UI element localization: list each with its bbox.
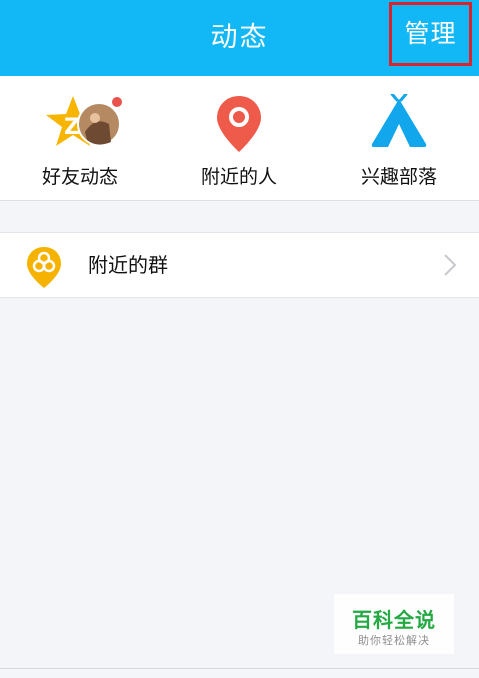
qzone-star-icon: Z	[45, 94, 122, 154]
section-divider	[0, 201, 479, 232]
chevron-right-icon	[443, 253, 457, 277]
watermark-logo: 百科全说 助你轻松解决	[334, 594, 454, 654]
bottom-divider	[0, 668, 479, 669]
friend-feed-label: 好友动态	[41, 166, 118, 188]
group-pin-icon	[24, 245, 64, 289]
interest-tribe-entry[interactable]: 兴趣部落	[319, 76, 479, 201]
watermark-title: 百科全说	[352, 608, 436, 632]
list-item-nearby-groups[interactable]: 附近的群	[0, 232, 479, 298]
tent-icon	[364, 92, 434, 154]
top-bar: 动态 管理	[0, 0, 479, 76]
people-nearby-entry[interactable]: 附近的人	[159, 76, 319, 201]
nearby-groups-label: 附近的群	[88, 253, 168, 277]
watermark-subtitle: 助你轻松解决	[358, 634, 430, 647]
location-pin-icon	[204, 94, 274, 154]
interest-tribe-label: 兴趣部落	[360, 166, 437, 188]
people-nearby-label: 附近的人	[200, 166, 277, 188]
feature-grid: Z 好友动态 附近的人 兴趣部落	[0, 76, 479, 201]
manage-button[interactable]: 管理	[389, 2, 472, 66]
friend-feed-entry[interactable]: Z 好友动态	[0, 76, 160, 201]
